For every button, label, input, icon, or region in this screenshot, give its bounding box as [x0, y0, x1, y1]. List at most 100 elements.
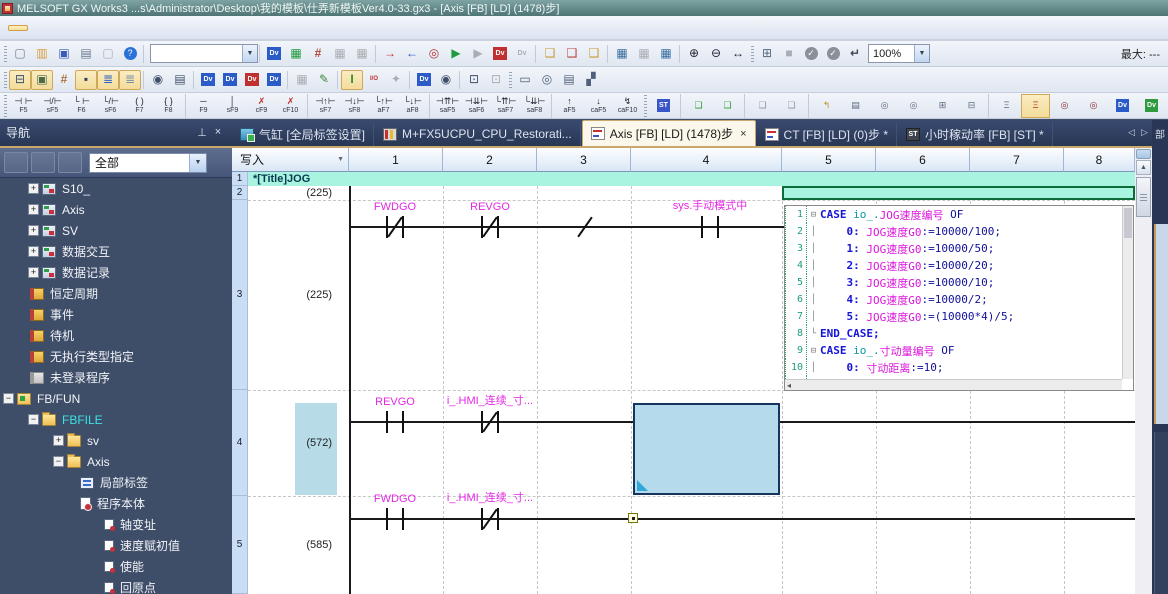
- ladder-symbol-button[interactable]: [549, 94, 555, 118]
- editor-scrollbar-thumb[interactable]: [1136, 177, 1151, 217]
- nav-item-local-label[interactable]: 局部标签: [0, 472, 232, 493]
- tab-ct[interactable]: CT [FB] [LD] (0)步 *: [757, 122, 897, 146]
- fold-icon[interactable]: │: [807, 227, 820, 237]
- menu-view[interactable]: [96, 25, 116, 31]
- scroll-left-icon[interactable]: ◂: [785, 381, 791, 390]
- tab-hourly-rate[interactable]: ST 小时稼动率 [FB] [ST] *: [898, 122, 1053, 146]
- contact-slash[interactable]: [576, 216, 594, 238]
- open-window-button[interactable]: ⊡: [463, 70, 485, 90]
- ladder-canvas[interactable]: 1 2 3 4 5 *[Title]JOG (225) (225) (572) …: [232, 172, 1135, 594]
- split-handle[interactable]: [1136, 149, 1151, 159]
- menu-find-replace[interactable]: [52, 25, 72, 31]
- nav-item-sv-folder[interactable]: + sv: [0, 430, 232, 451]
- simulation-stop-button[interactable]: ▦: [351, 44, 373, 64]
- module-tool-button[interactable]: #: [53, 70, 75, 90]
- toolbar-button[interactable]: [141, 71, 147, 89]
- pin-icon[interactable]: ⊥: [194, 126, 210, 139]
- contact-manual-mode[interactable]: sys.手动模式中: [701, 216, 719, 238]
- run-monitor-button[interactable]: ▶: [445, 44, 467, 64]
- nav-item-unregistered[interactable]: 未登录程序: [0, 367, 232, 388]
- st-code-line[interactable]: 5 │ 3: JOG速度G0 :=10000/10;: [785, 274, 1122, 291]
- fold-icon[interactable]: ⊟: [807, 346, 820, 356]
- ladder-editor[interactable]: 写入▼ 1 2 3 4 5 6 7 8 1 2 3 4 5: [232, 148, 1135, 594]
- write-to-plc-button[interactable]: →: [379, 44, 401, 64]
- fold-icon[interactable]: ⊟: [807, 210, 820, 220]
- monitor-pause-button[interactable]: ▶: [467, 44, 489, 64]
- expand-icon[interactable]: +: [28, 225, 39, 236]
- editor-scrollbar[interactable]: ▲: [1135, 148, 1152, 594]
- ladder-symbol-button[interactable]: [986, 94, 992, 118]
- toolbar-button[interactable]: [407, 71, 413, 89]
- device-list-button[interactable]: Dv: [219, 70, 241, 90]
- mode-select[interactable]: 写入▼: [232, 148, 349, 172]
- statement-list-button[interactable]: ▤: [841, 94, 870, 118]
- statement-display-button[interactable]: ❑: [748, 94, 777, 118]
- nav-item-data-exchange[interactable]: + 数据交互: [0, 241, 232, 262]
- nav-item-fbfile[interactable]: − FBFILE: [0, 409, 232, 430]
- find-window-button[interactable]: ▤: [169, 70, 191, 90]
- unit-config-button[interactable]: ▪: [75, 70, 97, 90]
- tab-cylinder[interactable]: 气缸 [全局标签设置]: [232, 122, 374, 146]
- device-test-gray-button[interactable]: Dv: [511, 44, 533, 64]
- fit-width-button[interactable]: ↔: [727, 44, 749, 64]
- tab-close-icon[interactable]: ×: [740, 128, 746, 140]
- nav-item-home-position[interactable]: 回原点: [0, 577, 232, 594]
- row-number[interactable]: 5: [232, 496, 248, 594]
- open-branch-button[interactable]: └ ⊢F6: [67, 94, 96, 118]
- delete-vertical-button[interactable]: ✗cF10: [276, 94, 305, 118]
- nav-item-program-body[interactable]: 程序本体: [0, 493, 232, 514]
- menu-tool[interactable]: [206, 25, 226, 31]
- device-test-red-button[interactable]: Dv: [489, 44, 511, 64]
- verify-with-plc-button[interactable]: ◎: [423, 44, 445, 64]
- note-insert-button[interactable]: ❑: [561, 44, 583, 64]
- pulse-not-contact-button[interactable]: ⊣⇈⊢saF5: [433, 94, 462, 118]
- nav-item-s10[interactable]: + S10_: [0, 178, 232, 199]
- device-write-green-button[interactable]: Dv: [1137, 94, 1166, 118]
- inline-st-header[interactable]: [782, 186, 1135, 200]
- scroll-up-icon[interactable]: ▲: [1136, 160, 1151, 175]
- toolbar-button[interactable]: [749, 45, 756, 63]
- open-button[interactable]: ▥: [31, 44, 53, 64]
- menu-online[interactable]: [118, 25, 138, 31]
- toolbar-button[interactable]: [335, 71, 341, 89]
- pulse-not-close-button[interactable]: ⊣⇊⊢saF6: [462, 94, 491, 118]
- device-replace-button[interactable]: Dv: [241, 70, 263, 90]
- nav-tree-collapse-button[interactable]: [31, 152, 55, 173]
- fold-icon[interactable]: │: [807, 244, 820, 254]
- st-vertical-scrollbar[interactable]: [1122, 206, 1133, 379]
- menu-debug[interactable]: [140, 25, 160, 31]
- pulse-close-contact-button[interactable]: ⊣↓⊢sF8: [340, 94, 369, 118]
- st-code-line[interactable]: 9 ⊟ CASE io_. 寸动量编号 OF: [785, 342, 1122, 359]
- monitor-write-button[interactable]: ▦: [655, 44, 677, 64]
- falling-pulse-button[interactable]: ↓caF5: [584, 94, 613, 118]
- inline-st-button[interactable]: ST: [649, 94, 678, 118]
- save-button[interactable]: ▣: [53, 44, 75, 64]
- crossref-button[interactable]: ⊞: [756, 44, 778, 64]
- delete-row-button[interactable]: ⊟: [957, 94, 986, 118]
- comment-edit-button[interactable]: ❑: [583, 44, 605, 64]
- ladder-title-row[interactable]: *[Title]JOG: [248, 172, 1135, 186]
- menu-convert[interactable]: [74, 25, 94, 31]
- coil-button[interactable]: ( )F7: [125, 94, 154, 118]
- device-find-button[interactable]: Dv: [197, 70, 219, 90]
- memory-window-button[interactable]: ▭: [514, 70, 536, 90]
- toolbar-button[interactable]: [507, 71, 514, 89]
- menu-record[interactable]: [162, 25, 182, 31]
- tab-next-icon[interactable]: ▷: [1138, 127, 1151, 138]
- contact-revgo[interactable]: REVGO: [386, 411, 404, 433]
- contact-hmi-jog[interactable]: i_.HMI_连续_寸...: [481, 508, 499, 530]
- nav-item-data-logging[interactable]: + 数据记录: [0, 262, 232, 283]
- nav-item-no-exec-type[interactable]: 无执行类型指定: [0, 346, 232, 367]
- nav-item-event[interactable]: 事件: [0, 304, 232, 325]
- read-from-plc-button[interactable]: ←: [401, 44, 423, 64]
- list-window-button[interactable]: ▤: [558, 70, 580, 90]
- delete-horizontal-button[interactable]: ✗cF9: [247, 94, 276, 118]
- close-branch-button[interactable]: └/⊢sF6: [96, 94, 125, 118]
- device-display-button[interactable]: Dv: [413, 70, 435, 90]
- expand-icon[interactable]: −: [28, 414, 39, 425]
- close-icon[interactable]: ×: [210, 126, 226, 138]
- toolbar-button[interactable]: [457, 71, 463, 89]
- ladder-symbol-button[interactable]: [742, 94, 748, 118]
- ladder-symbol-button[interactable]: [678, 94, 684, 118]
- row-number[interactable]: 1: [232, 172, 248, 186]
